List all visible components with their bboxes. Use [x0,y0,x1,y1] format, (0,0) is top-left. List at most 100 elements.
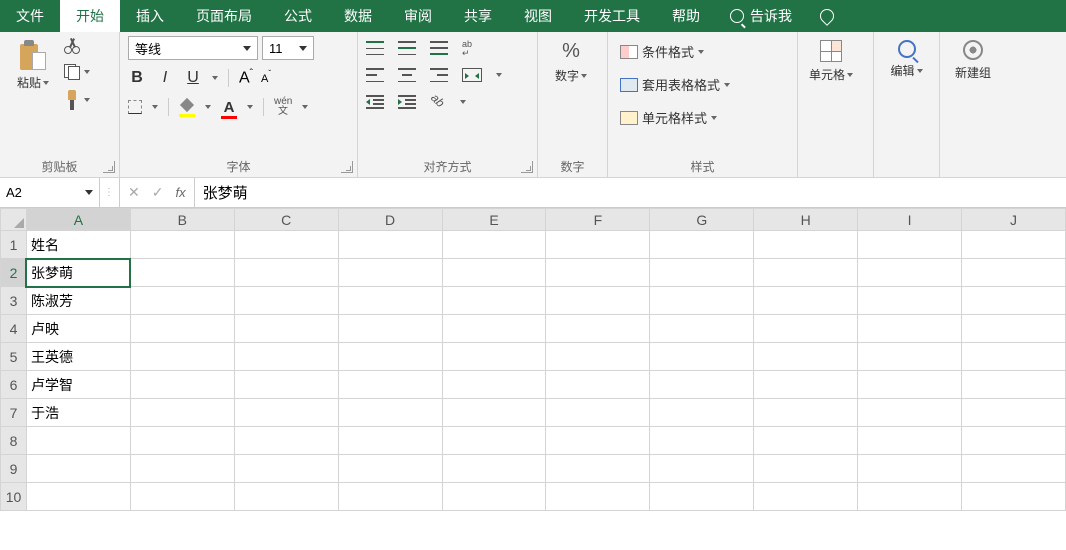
cell[interactable] [130,315,234,343]
tab-data[interactable]: 数据 [328,0,388,32]
dialog-launcher-icon[interactable] [521,161,533,173]
cell[interactable] [234,315,338,343]
row-header[interactable]: 4 [1,315,27,343]
tab-share[interactable]: 共享 [448,0,508,32]
cell[interactable] [442,427,546,455]
cell[interactable] [234,483,338,511]
row-header[interactable]: 10 [1,483,27,511]
cell[interactable] [962,371,1066,399]
cell[interactable] [234,399,338,427]
cell[interactable] [650,399,754,427]
decrease-indent-button[interactable] [366,95,384,109]
tellme-search[interactable]: 告诉我 [716,0,806,32]
cell[interactable] [338,343,442,371]
cell[interactable] [962,343,1066,371]
formula-input[interactable]: 张梦萌 [195,178,1066,207]
column-header[interactable]: E [442,209,546,231]
cell[interactable] [442,315,546,343]
cell[interactable] [442,343,546,371]
cell[interactable]: 卢学智 [26,371,130,399]
cell[interactable] [858,343,962,371]
chevron-down-icon[interactable] [302,105,308,109]
cell[interactable] [338,287,442,315]
column-header[interactable]: A [26,209,130,231]
cell[interactable] [754,259,858,287]
row-header[interactable]: 2 [1,259,27,287]
editing-button[interactable]: 编辑 [882,36,931,83]
chevron-down-icon[interactable] [212,76,218,80]
underline-button[interactable]: U [184,69,202,87]
cell[interactable] [234,455,338,483]
cell[interactable] [962,427,1066,455]
column-header[interactable]: H [754,209,858,231]
tab-home[interactable]: 开始 [60,0,120,32]
cell[interactable] [650,231,754,259]
conditional-formatting-button[interactable]: 条件格式 [616,40,708,63]
cell[interactable] [546,343,650,371]
cell[interactable] [338,371,442,399]
cell[interactable] [754,427,858,455]
cell[interactable] [754,483,858,511]
cell[interactable] [442,231,546,259]
dialog-launcher-icon[interactable] [103,161,115,173]
cells-button[interactable]: 单元格 [806,36,856,87]
cell[interactable] [130,399,234,427]
format-as-table-button[interactable]: 套用表格格式 [616,73,734,96]
tab-view[interactable]: 视图 [508,0,568,32]
chevron-down-icon[interactable] [460,100,466,104]
cell[interactable] [858,315,962,343]
tab-review[interactable]: 审阅 [388,0,448,32]
cell[interactable] [962,315,1066,343]
cell[interactable] [754,231,858,259]
fill-color-button[interactable] [179,100,195,114]
align-center-button[interactable] [398,68,416,82]
cell[interactable] [338,315,442,343]
chevron-down-icon[interactable] [496,73,502,77]
cell[interactable]: 陈淑芳 [26,287,130,315]
cell[interactable] [546,427,650,455]
cell[interactable] [442,455,546,483]
new-group-button[interactable]: 新建组 [948,36,998,85]
cell[interactable] [234,427,338,455]
cell[interactable] [650,315,754,343]
phonetic-button[interactable]: wén文 [274,97,292,117]
cell[interactable] [338,455,442,483]
align-left-button[interactable] [366,68,384,82]
cell[interactable] [130,231,234,259]
cell[interactable] [858,287,962,315]
cell[interactable] [546,371,650,399]
align-bottom-button[interactable] [430,41,448,55]
cell[interactable] [962,399,1066,427]
cell[interactable] [234,231,338,259]
cell[interactable] [442,371,546,399]
cell[interactable] [130,287,234,315]
cell[interactable] [442,399,546,427]
orientation-button[interactable]: ab [427,91,450,114]
cell[interactable] [962,231,1066,259]
row-header[interactable]: 8 [1,427,27,455]
cell[interactable] [442,287,546,315]
cell[interactable] [754,287,858,315]
cell[interactable] [338,259,442,287]
paste-button[interactable]: 粘贴 [8,36,58,95]
cell[interactable] [650,371,754,399]
row-header[interactable]: 3 [1,287,27,315]
column-header[interactable]: D [338,209,442,231]
share-button[interactable] [806,0,848,32]
row-header[interactable]: 1 [1,231,27,259]
cell[interactable] [26,455,130,483]
cell[interactable] [650,455,754,483]
wrap-text-button[interactable]: ab↵ [462,40,480,56]
italic-button[interactable]: I [156,69,174,87]
cell[interactable]: 张梦萌 [26,259,130,287]
cell[interactable] [858,455,962,483]
column-header[interactable]: I [858,209,962,231]
cell[interactable]: 于浩 [26,399,130,427]
cell[interactable] [546,231,650,259]
cell[interactable] [962,483,1066,511]
cell[interactable]: 姓名 [26,231,130,259]
chevron-down-icon[interactable] [152,105,158,109]
copy-button[interactable] [60,62,94,82]
cell[interactable] [130,371,234,399]
cell[interactable] [546,315,650,343]
